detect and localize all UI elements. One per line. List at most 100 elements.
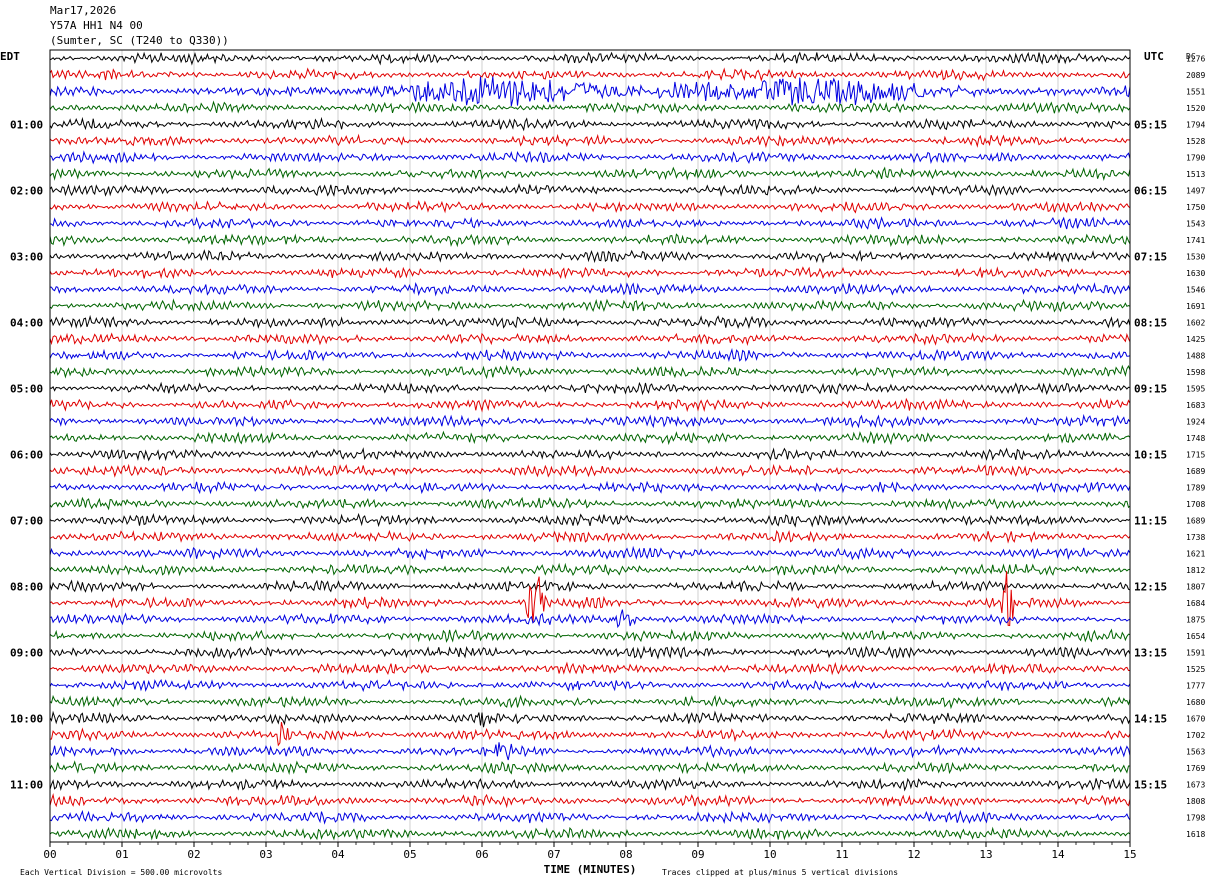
dc-offset-value: 1812 <box>1186 566 1205 575</box>
trace-line <box>49 529 1131 544</box>
trace-line <box>49 183 1131 197</box>
x-tick-label: 10 <box>763 848 776 861</box>
dc-offset-value: 1702 <box>1186 731 1205 740</box>
trace-line <box>49 496 1131 511</box>
trace-line <box>49 298 1131 313</box>
clip-note: Traces clipped at plus/minus 5 vertical … <box>662 868 898 877</box>
trace-line <box>49 447 1131 462</box>
dc-offset-value: 1689 <box>1186 516 1205 525</box>
trace-line <box>49 216 1131 230</box>
trace-line <box>49 116 1131 132</box>
edt-hour-label: 05:00 <box>10 382 43 395</box>
dc-offset-value: 1683 <box>1186 401 1205 410</box>
dc-offset-value: 1543 <box>1186 219 1205 228</box>
dc-offset-value: 1741 <box>1186 236 1205 245</box>
trace-line <box>49 51 1131 66</box>
trace-line <box>49 562 1131 577</box>
trace-line <box>49 809 1131 825</box>
trace-line <box>49 463 1131 478</box>
trace-line <box>49 347 1131 362</box>
trace-line <box>49 760 1130 775</box>
utc-hour-label: 08:15 <box>1134 316 1167 329</box>
x-tick-label: 04 <box>331 848 345 861</box>
x-tick-label: 11 <box>835 848 848 861</box>
x-tick-label: 09 <box>691 848 704 861</box>
x-tick-label: 06 <box>475 848 488 861</box>
x-tick-label: 01 <box>115 848 128 861</box>
trace-line <box>49 678 1131 693</box>
dc-offset-value: 1530 <box>1186 252 1205 261</box>
trace-line <box>49 166 1131 182</box>
trace-line <box>49 545 1131 561</box>
utc-hour-label: 09:15 <box>1134 382 1167 395</box>
dc-offset-value: 1748 <box>1186 434 1205 443</box>
trace-line <box>49 430 1131 446</box>
edt-hour-label: 09:00 <box>10 646 43 659</box>
trace-line <box>49 579 1131 593</box>
dc-offset-labels: 1276208915511520179415281790151314971750… <box>1186 54 1205 839</box>
trace-line <box>49 721 1131 747</box>
dc-offset-value: 1497 <box>1186 186 1205 195</box>
trace-line <box>49 133 1131 148</box>
trace-line <box>49 512 1131 528</box>
dc-offset-value: 1807 <box>1186 582 1205 591</box>
trace-line <box>49 199 1131 214</box>
utc-hour-label: 14:15 <box>1134 712 1167 725</box>
trace-line <box>49 397 1131 413</box>
x-tick-label: 15 <box>1123 848 1136 861</box>
scale-note: Each Vertical Division = 500.00 microvol… <box>20 868 222 877</box>
minute-gridlines <box>121 50 1059 842</box>
dc-offset-value: 1673 <box>1186 780 1205 789</box>
trace-line <box>49 381 1131 396</box>
x-tick-label: 02 <box>187 848 200 861</box>
dc-offset-value: 1595 <box>1186 384 1205 393</box>
trace-line <box>49 281 1131 297</box>
x-tick-label: 03 <box>259 848 272 861</box>
dc-offset-value: 1513 <box>1186 170 1205 179</box>
dc-offset-value: 1602 <box>1186 318 1205 327</box>
x-tick-label: 12 <box>907 848 920 861</box>
dc-offset-value: 1790 <box>1186 153 1205 162</box>
trace-line <box>49 645 1131 660</box>
utc-hour-label: 10:15 <box>1134 448 1167 461</box>
dc-offset-value: 1684 <box>1186 599 1205 608</box>
dc-offset-value: 1563 <box>1186 747 1205 756</box>
dc-offset-value: 1794 <box>1186 120 1205 129</box>
trace-line <box>49 571 1131 627</box>
dc-offset-value: 1798 <box>1186 813 1205 822</box>
dc-column-header: DC <box>1186 52 1196 61</box>
dc-offset-value: 1691 <box>1186 302 1205 311</box>
utc-hour-label: 07:15 <box>1134 250 1167 263</box>
dc-offset-value: 1777 <box>1186 681 1205 690</box>
trace-line <box>49 694 1131 710</box>
x-axis-ticks: 00 01 02 03 04 05 06 07 08 09 10 11 12 13 14 15 <box>43 842 1137 861</box>
dc-offset-value: 1528 <box>1186 137 1205 146</box>
dc-offset-value: 1769 <box>1186 764 1205 773</box>
trace-line <box>49 76 1131 107</box>
x-tick-label: 00 <box>43 848 56 861</box>
trace-line <box>49 67 1131 82</box>
trace-line <box>49 742 1131 761</box>
edt-hour-label: 08:00 <box>10 580 43 593</box>
dc-offset-value: 1689 <box>1186 467 1205 476</box>
trace-line <box>49 628 1131 643</box>
dc-offset-value: 1598 <box>1186 368 1205 377</box>
edt-axis-label: EDT <box>0 50 20 63</box>
trace-line <box>49 480 1131 495</box>
dc-offset-value: 1551 <box>1186 87 1205 96</box>
x-tick-label: 08 <box>619 848 632 861</box>
dc-offset-value: 1520 <box>1186 104 1205 113</box>
edt-hour-label: 04:00 <box>10 316 43 329</box>
dc-offset-value: 1715 <box>1186 450 1205 459</box>
dc-offset-value: 1525 <box>1186 665 1205 674</box>
trace-line <box>49 150 1131 165</box>
dc-offset-value: 1546 <box>1186 285 1205 294</box>
edt-hour-label: 07:00 <box>10 514 43 527</box>
dc-offset-value: 1621 <box>1186 549 1205 558</box>
trace-line <box>49 233 1131 248</box>
seismic-traces <box>49 51 1131 841</box>
x-tick-label: 05 <box>403 848 416 861</box>
dc-offset-value: 1630 <box>1186 269 1205 278</box>
trace-line <box>49 364 1131 380</box>
dc-offset-value: 1680 <box>1186 698 1205 707</box>
